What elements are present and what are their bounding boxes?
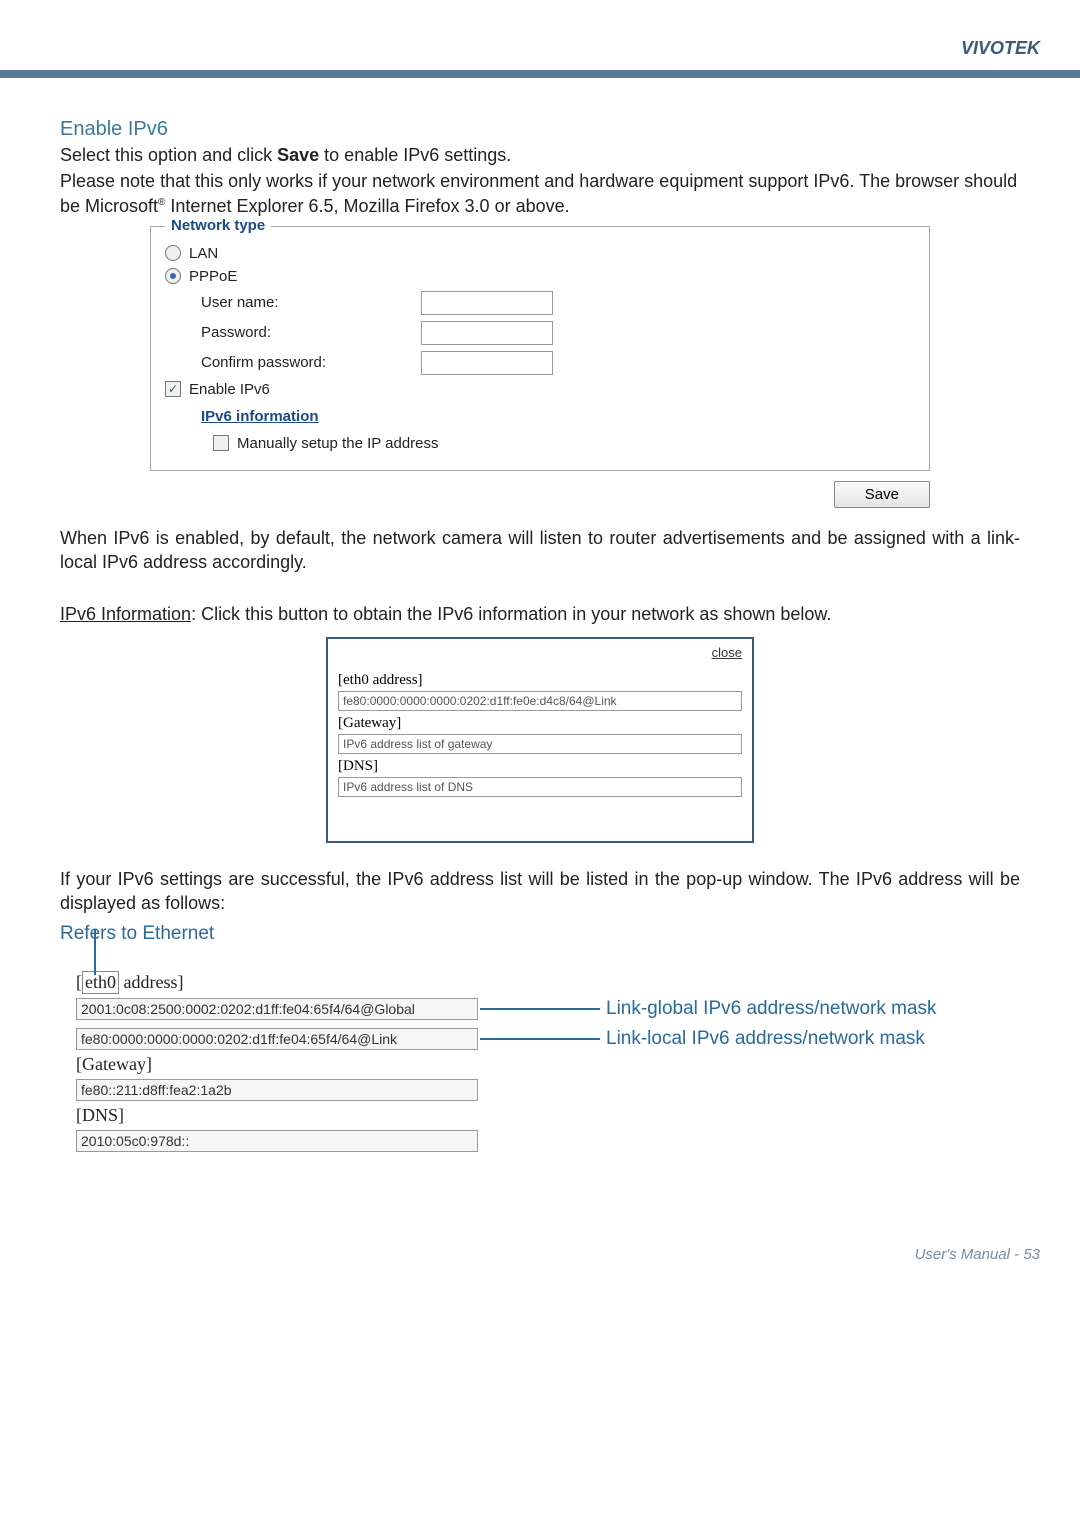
manual-label: Manually setup the IP address bbox=[237, 435, 439, 452]
username-input[interactable] bbox=[421, 291, 553, 315]
popup-dns-label: [DNS] bbox=[338, 758, 742, 775]
footer-page: 53 bbox=[1023, 1246, 1040, 1263]
gateway-label: [Gateway] bbox=[76, 1054, 1020, 1075]
save-row: Save bbox=[60, 481, 930, 508]
radio-icon[interactable] bbox=[165, 245, 181, 261]
radio-icon[interactable] bbox=[165, 268, 181, 284]
enable-ipv6-label: Enable IPv6 bbox=[189, 381, 270, 398]
enable-ipv6-row[interactable]: Enable IPv6 bbox=[165, 381, 915, 398]
username-row: User name: bbox=[201, 291, 915, 315]
p2-text-b: Internet Explorer 6.5, Mozilla Firefox 3… bbox=[165, 196, 569, 216]
link-annotation: Link-local IPv6 address/network mask bbox=[606, 1028, 925, 1050]
username-label: User name: bbox=[201, 294, 421, 311]
lan-label: LAN bbox=[189, 245, 218, 262]
global-address-field: 2001:0c08:2500:0002:0202:d1ff:fe04:65f4/… bbox=[76, 998, 478, 1020]
ipv6-information-link[interactable]: IPv6 information bbox=[201, 408, 319, 425]
intro-paragraph-2: Please note that this only works if your… bbox=[60, 169, 1020, 218]
popup-eth0-value: fe80:0000:0000:0000:0202:d1ff:fe0e:d4c8/… bbox=[338, 691, 742, 711]
paragraph-5: If your IPv6 settings are successful, th… bbox=[60, 867, 1020, 916]
popup-gateway-value: IPv6 address list of gateway bbox=[338, 734, 742, 754]
p1-text-a: Select this option and click bbox=[60, 145, 277, 165]
popup-eth0-label: [eth0 address] bbox=[338, 672, 742, 689]
network-legend: Network type bbox=[165, 217, 271, 234]
eth-diagram: [eth0 address] 2001:0c08:2500:0002:0202:… bbox=[60, 949, 1020, 1152]
confirm-input[interactable] bbox=[421, 351, 553, 375]
ipv6-info-popup: close [eth0 address] fe80:0000:0000:0000… bbox=[326, 637, 754, 843]
page-body: Enable IPv6 Select this option and click… bbox=[0, 78, 1080, 1186]
password-label: Password: bbox=[201, 324, 421, 341]
page-footer: User's Manual - 53 bbox=[0, 1186, 1080, 1293]
confirm-label: Confirm password: bbox=[201, 354, 421, 371]
dns-label: [DNS] bbox=[76, 1105, 1020, 1126]
eth0-after: address] bbox=[119, 972, 183, 992]
footer-label: User's Manual - bbox=[915, 1246, 1024, 1263]
p4-rest: : Click this button to obtain the IPv6 i… bbox=[191, 604, 831, 624]
page-header: VIVOTEK bbox=[0, 0, 1080, 78]
callout-line-icon bbox=[480, 1008, 600, 1010]
link-address-field: fe80:0000:0000:0000:0202:d1ff:fe04:65f4/… bbox=[76, 1028, 478, 1050]
confirm-row: Confirm password: bbox=[201, 351, 915, 375]
save-button[interactable]: Save bbox=[834, 481, 930, 508]
save-word: Save bbox=[277, 145, 319, 165]
pppoe-label: PPPoE bbox=[189, 268, 237, 285]
global-annotation: Link-global IPv6 address/network mask bbox=[606, 998, 937, 1020]
intro-paragraph-1: Select this option and click Save to ena… bbox=[60, 143, 1020, 167]
brand-label: VIVOTEK bbox=[961, 38, 1040, 59]
pppoe-radio-row[interactable]: PPPoE bbox=[165, 268, 915, 285]
popup-dns-value: IPv6 address list of DNS bbox=[338, 777, 742, 797]
checkbox-icon[interactable] bbox=[213, 435, 229, 451]
popup-close-link[interactable]: close bbox=[338, 645, 742, 660]
p1-text-c: to enable IPv6 settings. bbox=[319, 145, 511, 165]
section-title: Enable IPv6 bbox=[60, 118, 1020, 141]
dns-value: 2010:05c0:978d:: bbox=[76, 1130, 478, 1152]
manual-ip-row[interactable]: Manually setup the IP address bbox=[213, 435, 915, 452]
refers-title: Refers to Ethernet bbox=[60, 923, 1020, 945]
eth0-box: eth0 bbox=[82, 971, 119, 994]
password-row: Password: bbox=[201, 321, 915, 345]
popup-gateway-label: [Gateway] bbox=[338, 715, 742, 732]
paragraph-4: IPv6 Information: Click this button to o… bbox=[60, 602, 1020, 626]
password-input[interactable] bbox=[421, 321, 553, 345]
eth0-address-label: [eth0 address] bbox=[76, 971, 1020, 994]
callout-line-icon bbox=[480, 1038, 600, 1040]
callout-line-icon bbox=[94, 929, 96, 975]
gateway-value: fe80::211:d8ff:fea2:1a2b bbox=[76, 1079, 478, 1101]
paragraph-3: When IPv6 is enabled, by default, the ne… bbox=[60, 526, 1020, 575]
network-type-fieldset: Network type LAN PPPoE User name: Passwo… bbox=[150, 226, 930, 471]
ipv6-info-underline: IPv6 Information bbox=[60, 604, 191, 624]
checkbox-icon[interactable] bbox=[165, 381, 181, 397]
link-addr-row: fe80:0000:0000:0000:0202:d1ff:fe04:65f4/… bbox=[76, 1024, 1020, 1054]
lan-radio-row[interactable]: LAN bbox=[165, 245, 915, 262]
global-addr-row: 2001:0c08:2500:0002:0202:d1ff:fe04:65f4/… bbox=[76, 994, 1020, 1024]
